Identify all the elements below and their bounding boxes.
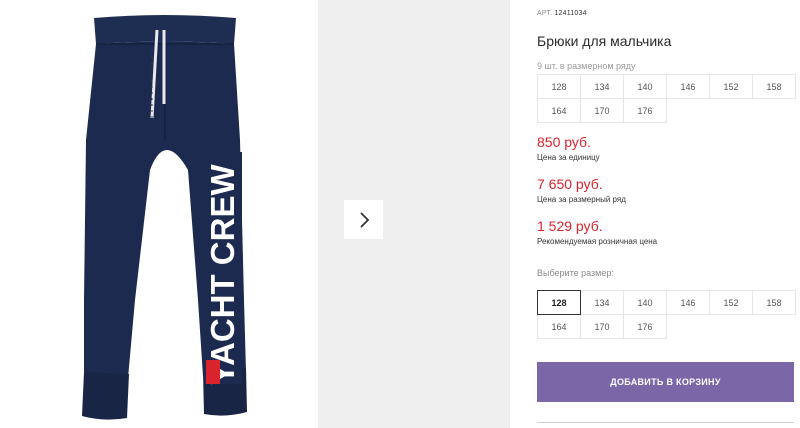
size-option[interactable]: 164 xyxy=(537,314,581,339)
article-number: АРТ. 12411034 xyxy=(537,10,587,17)
size-option[interactable]: 170 xyxy=(580,314,624,339)
size-row-cell: 164 xyxy=(537,98,581,123)
article-label: АРТ. xyxy=(537,10,553,17)
size-row-cell: 134 xyxy=(580,74,624,99)
article-value: 12411034 xyxy=(554,10,587,17)
row-price: 7 650 руб. xyxy=(537,176,603,192)
size-row-cell: 128 xyxy=(537,74,581,99)
size-option[interactable]: 176 xyxy=(623,314,667,339)
unit-price-label: Цена за единицу xyxy=(537,153,600,162)
divider xyxy=(537,422,794,423)
brand-print-red-block xyxy=(206,360,220,384)
next-image-button[interactable] xyxy=(344,200,383,239)
size-option-selected[interactable]: 128 xyxy=(537,290,581,315)
size-option[interactable]: 158 xyxy=(752,290,796,315)
size-picker-grid: 128 134 140 146 152 158 164 170 176 xyxy=(537,290,796,339)
size-row-grid: 128 134 140 146 152 158 164 170 176 xyxy=(537,74,796,123)
size-option[interactable]: 134 xyxy=(580,290,624,315)
product-main-photo[interactable]: YACHT CREW xyxy=(0,0,318,428)
product-gallery: YACHT CREW xyxy=(0,0,510,428)
size-option[interactable]: 152 xyxy=(709,290,753,315)
choose-size-label: Выберите размер: xyxy=(537,268,614,278)
add-to-cart-button[interactable]: Добавить в корзину xyxy=(537,362,794,402)
retail-price: 1 529 руб. xyxy=(537,218,603,234)
size-option[interactable]: 146 xyxy=(666,290,710,315)
row-price-label: Цена за размерный ряд xyxy=(537,195,626,204)
product-title: Брюки для мальчика xyxy=(537,33,672,49)
chevron-right-icon xyxy=(359,211,369,228)
pants-illustration: YACHT CREW xyxy=(82,15,247,420)
size-row-cell: 146 xyxy=(666,74,710,99)
unit-price: 850 руб. xyxy=(537,134,591,150)
retail-price-label: Рекомендуемая розничная цена xyxy=(537,237,658,246)
size-row-cell: 158 xyxy=(752,74,796,99)
brand-print-text: YACHT CREW xyxy=(204,164,241,385)
size-option[interactable]: 140 xyxy=(623,290,667,315)
size-row-cell: 170 xyxy=(580,98,624,123)
size-row-cell: 152 xyxy=(709,74,753,99)
product-info-panel: АРТ. 12411034 Брюки для мальчика 9 шт. в… xyxy=(537,0,800,428)
size-row-cell: 176 xyxy=(623,98,667,123)
size-row-caption: 9 шт. в размерном ряду xyxy=(537,61,636,71)
size-row-cell: 140 xyxy=(623,74,667,99)
